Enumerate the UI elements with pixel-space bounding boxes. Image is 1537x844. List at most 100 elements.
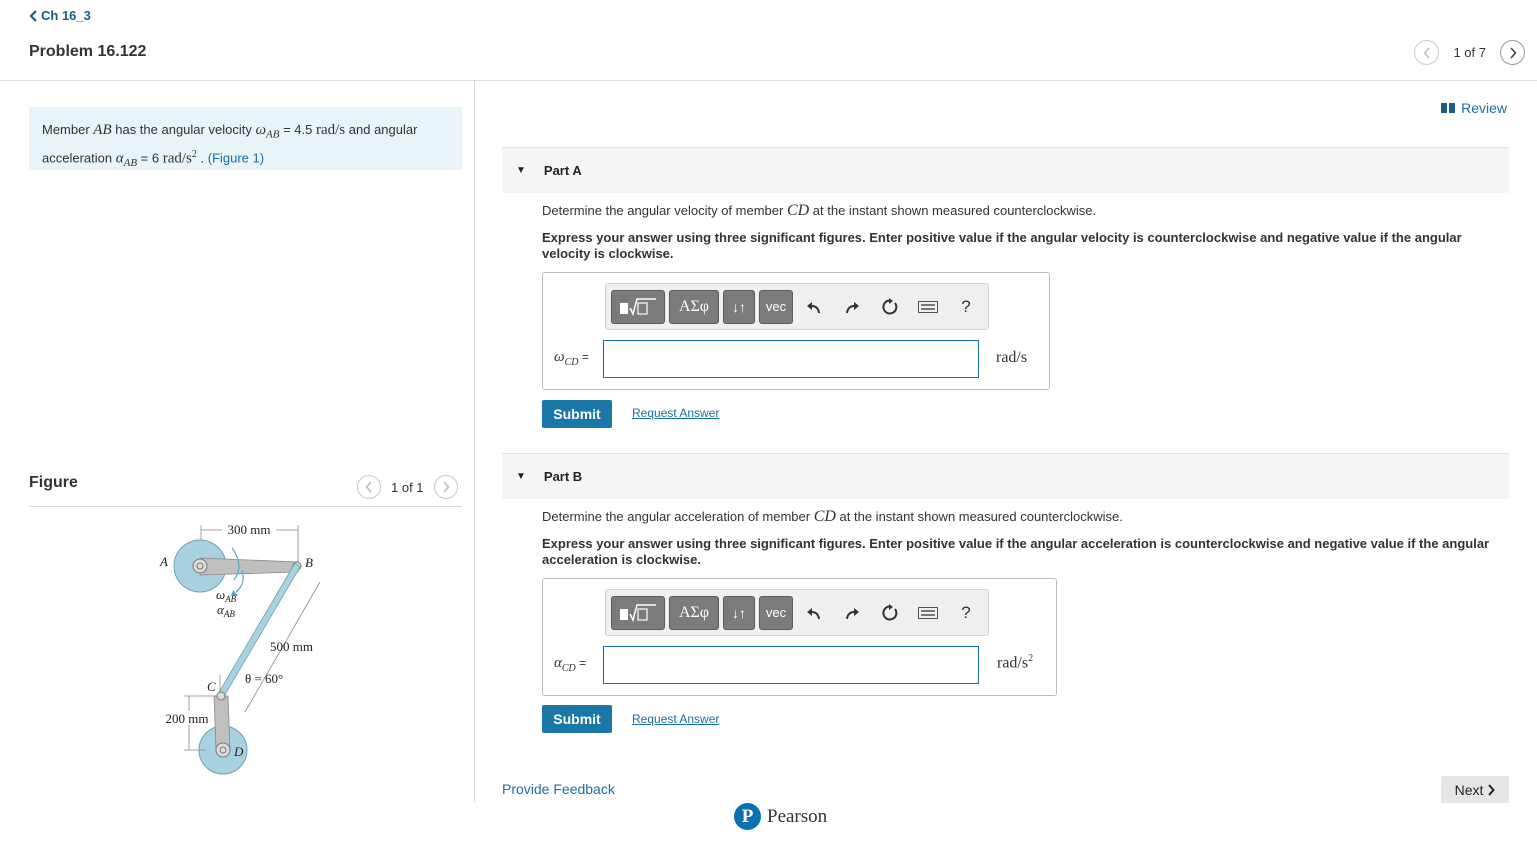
omega-cd-label: ωCD = [554,349,589,368]
alpha-symbol: α [115,149,124,166]
provide-feedback-link[interactable]: Provide Feedback [502,781,615,797]
next-figure-button[interactable] [433,475,458,499]
label-c: C [207,679,216,694]
unit-rad-s: rad/s [315,122,346,138]
statement-text: = 6 [137,149,163,165]
statement-text: = 4.5 [279,122,316,137]
figure-pager-text: 1 of 1 [391,479,424,495]
pager-text: 1 of 7 [1453,45,1486,60]
column-divider [474,81,475,802]
arrows-button[interactable]: ↓↑ [723,289,755,324]
part-a-title: Part A [543,163,582,178]
greek-symbols-button[interactable]: ΑΣφ [669,289,719,324]
review-label: Review [1461,100,1507,116]
next-problem-button[interactable] [1500,40,1525,65]
pearson-logo: P Pearson [734,803,827,830]
help-icon[interactable]: ? [949,596,983,630]
question-text: at the instant shown measured counterclo… [835,509,1123,524]
redo-icon[interactable] [835,290,869,324]
part-a-answer-box: ΑΣφ ↓↑ vec ? ωCD = rad/s [542,272,1050,390]
previous-problem-button[interactable] [1414,40,1440,65]
part-b-header[interactable]: ▼ Part B [502,453,1509,499]
problem-title: Problem 16.122 [29,43,147,60]
math-toolbar: ΑΣφ ↓↑ vec ? [605,589,989,636]
omega-cd-input[interactable] [603,340,979,378]
statement-text: has the angular velocity [111,122,256,137]
question-text: Determine the angular velocity of member [542,203,787,218]
alpha-cd-label: αCD = [554,655,587,674]
part-a-instructions: Express your answer using three signific… [542,230,1462,261]
dim-200-label: 200 mm [166,711,209,726]
vector-button[interactable]: vec [759,595,793,630]
link-ab [199,557,299,576]
question-text: at the instant shown measured counterclo… [809,203,1097,218]
pin-a [192,558,208,574]
part-b-unit: rad/s2 [997,653,1034,672]
part-b-title: Part B [543,469,583,484]
keyboard-icon[interactable] [911,596,945,630]
next-button[interactable]: Next [1441,776,1509,803]
alpha-cd-input[interactable] [603,646,979,684]
previous-figure-button[interactable] [357,475,381,499]
undo-icon[interactable] [797,596,831,630]
vector-button[interactable]: vec [759,289,793,324]
chevron-left-icon [365,481,372,493]
dim-300-label: 300 mm [228,522,271,537]
undo-icon[interactable] [797,290,831,324]
reset-icon[interactable] [873,596,907,630]
alpha-ab-label: αAB [217,602,235,619]
back-to-chapter-link[interactable]: Ch 16_3 [29,8,91,23]
part-b-submit-button[interactable]: Submit [542,705,612,733]
part-b-question: Determine the angular acceleration of me… [542,508,1123,526]
part-b-instructions: Express your answer using three signific… [542,536,1490,567]
templates-button[interactable] [611,595,665,630]
part-b-request-answer-link[interactable]: Request Answer [632,712,719,726]
figure-pager: 1 of 1 [357,475,458,499]
pin-d [215,742,231,758]
chevron-right-icon [1488,783,1496,796]
label-b: B [305,555,313,570]
templates-button[interactable] [611,289,665,324]
problem-pager: 1 of 7 [1414,40,1525,65]
templates-icon [620,297,656,316]
statement-text: . [196,149,208,165]
back-link-label: Ch 16_3 [41,8,91,23]
keyboard-icon[interactable] [911,290,945,324]
part-a-request-answer-link[interactable]: Request Answer [632,406,719,420]
link-cd [213,695,231,751]
part-a-header[interactable]: ▼ Part A [502,147,1509,193]
chevron-left-icon [29,9,37,22]
label-d: D [233,744,244,759]
review-link[interactable]: Review [1441,100,1507,116]
figure-divider [29,506,462,507]
member-cd-symbol: CD [813,508,836,525]
collapse-triangle-icon: ▼ [516,471,526,482]
mechanism-figure: 300 mm A B ωAB αAB 500 mm θ = 60° C D 20… [159,522,321,775]
omega-subscript: AB [266,128,280,141]
figure-link[interactable]: (Figure 1) [208,150,264,165]
part-a-question: Determine the angular velocity of member… [542,202,1096,220]
part-a-submit-button[interactable]: Submit [542,400,612,428]
question-text: Determine the angular acceleration of me… [542,509,814,524]
chevron-right-icon [1509,46,1517,59]
part-b-answer-box: ΑΣφ ↓↑ vec ? αCD = rad/s2 [542,578,1057,696]
part-a-unit: rad/s [996,349,1028,366]
templates-icon [620,603,656,622]
collapse-triangle-icon: ▼ [516,165,526,176]
math-toolbar: ΑΣφ ↓↑ vec ? [605,283,989,330]
reset-icon[interactable] [873,290,907,324]
pin-c [216,691,226,701]
unit-rad-s2: rad/s [162,149,192,166]
help-icon[interactable]: ? [949,290,983,324]
next-label: Next [1454,781,1484,798]
greek-symbols-button[interactable]: ΑΣφ [669,595,719,630]
theta-label: θ = 60° [245,671,283,686]
arrows-button[interactable]: ↓↑ [723,595,755,630]
book-icon [1441,103,1456,113]
omega-symbol: ω [255,122,267,138]
alpha-subscript: AB [123,156,138,169]
label-a: A [159,554,168,569]
redo-icon[interactable] [835,596,869,630]
member-cd-symbol: CD [786,202,810,219]
chevron-right-icon [442,481,450,493]
